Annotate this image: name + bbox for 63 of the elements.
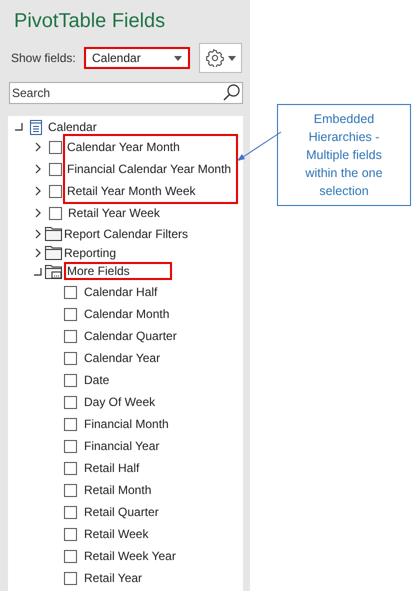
checkbox[interactable] xyxy=(64,572,77,584)
checkbox[interactable] xyxy=(64,440,77,452)
folder-icon xyxy=(45,226,62,241)
field-label[interactable]: Day Of Week xyxy=(84,395,156,409)
collapse-icon[interactable] xyxy=(33,266,43,276)
folder-label[interactable]: Reporting xyxy=(64,246,116,260)
expand-icon[interactable] xyxy=(33,142,43,152)
field-label[interactable]: Retail Week Year xyxy=(84,549,176,563)
hierarchy-label[interactable]: Financial Calendar Year Month xyxy=(67,162,232,176)
checkbox[interactable] xyxy=(64,528,77,540)
expand-icon[interactable] xyxy=(33,164,43,174)
table-icon xyxy=(30,120,42,134)
field-label[interactable]: Date xyxy=(84,373,110,387)
checkbox[interactable] xyxy=(49,206,62,220)
field-label[interactable]: Calendar Year xyxy=(84,351,160,365)
checkbox[interactable] xyxy=(64,418,77,430)
hierarchy-label[interactable]: Calendar Year Month xyxy=(67,140,180,154)
collapse-icon[interactable] xyxy=(14,122,24,132)
checkbox[interactable] xyxy=(64,506,77,518)
expand-icon[interactable] xyxy=(33,208,43,218)
folder-icon xyxy=(45,264,62,279)
field-label[interactable]: Calendar Quarter xyxy=(84,329,177,343)
checkbox[interactable] xyxy=(64,352,77,364)
field-label[interactable]: Retail Month xyxy=(84,483,152,497)
checkbox[interactable] xyxy=(49,184,62,198)
checkbox[interactable] xyxy=(64,396,77,408)
checkbox[interactable] xyxy=(64,550,77,562)
field-label[interactable]: Retail Year xyxy=(84,571,142,585)
checkbox[interactable] xyxy=(64,308,77,320)
checkbox[interactable] xyxy=(49,140,62,154)
hierarchy-label[interactable]: Retail Year Week xyxy=(68,206,160,220)
checkbox[interactable] xyxy=(64,462,77,474)
caret-icon xyxy=(228,56,236,60)
search-icon xyxy=(223,84,240,101)
expand-icon[interactable] xyxy=(33,186,43,196)
caret-icon xyxy=(174,56,182,60)
hierarchy-label[interactable]: Retail Year Month Week xyxy=(67,184,196,198)
callout-box: Embedded Hierarchies - Multiple fields within the one selection xyxy=(277,104,411,206)
settings-button[interactable] xyxy=(199,43,242,73)
folder-icon xyxy=(45,245,62,260)
show-fields-label: Show fields: xyxy=(11,51,77,65)
panel-title: PivotTable Fields xyxy=(13,9,166,34)
expand-icon[interactable] xyxy=(33,228,43,238)
checkbox[interactable] xyxy=(49,162,62,176)
checkbox[interactable] xyxy=(64,330,77,342)
checkbox[interactable] xyxy=(64,484,77,496)
settings-icon xyxy=(206,49,224,67)
field-label[interactable]: Financial Year xyxy=(84,439,160,453)
checkbox[interactable] xyxy=(64,374,77,386)
search-field[interactable]: Search xyxy=(9,82,243,104)
field-label[interactable]: Retail Quarter xyxy=(84,505,159,519)
table-name[interactable]: Calendar xyxy=(48,120,97,134)
field-label[interactable]: Financial Month xyxy=(84,417,169,431)
field-label[interactable]: Calendar Month xyxy=(84,307,170,321)
folder-label[interactable]: More Fields xyxy=(64,262,172,280)
callout-arrow xyxy=(236,131,282,163)
folder-label[interactable]: Report Calendar Filters xyxy=(64,226,188,240)
expand-icon[interactable] xyxy=(33,248,43,258)
field-label[interactable]: Retail Week xyxy=(84,527,148,541)
show-fields-dropdown[interactable]: Calendar xyxy=(84,47,190,69)
checkbox[interactable] xyxy=(64,286,77,298)
field-label[interactable]: Retail Half xyxy=(84,461,140,475)
field-label[interactable]: Calendar Half xyxy=(84,285,158,299)
